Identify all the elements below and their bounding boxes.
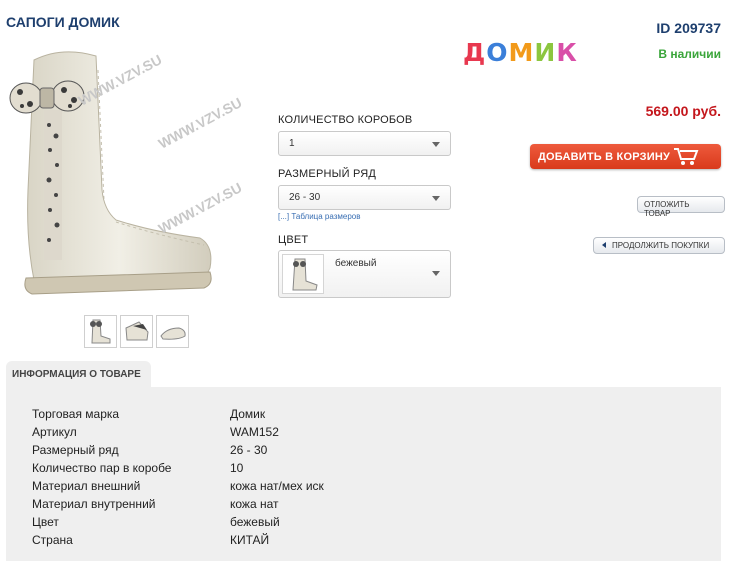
brand-letter: М — [508, 38, 535, 67]
chevron-down-icon — [432, 271, 440, 276]
size-select[interactable]: 26 - 30 — [278, 185, 451, 210]
arrow-left-icon — [602, 242, 606, 248]
product-id: ID 209737 — [656, 20, 721, 36]
size-value: 26 - 30 — [289, 192, 321, 203]
info-label: Цвет — [32, 515, 59, 529]
thumbnail-front[interactable] — [84, 315, 117, 348]
brand-letter: И — [534, 38, 557, 67]
thumbnail-side[interactable] — [120, 315, 153, 348]
color-thumbnail — [282, 254, 324, 294]
info-label: Страна — [32, 533, 73, 547]
info-value: КИТАЙ — [230, 533, 270, 547]
add-to-cart-label: ДОБАВИТЬ В КОРЗИНУ — [538, 151, 671, 163]
brand-letter: Д — [463, 38, 487, 67]
stock-status: В наличии — [658, 47, 721, 61]
thumbnail-strip — [84, 315, 189, 348]
product-price: 569.00 руб. — [645, 103, 721, 119]
color-select[interactable]: бежевый — [278, 250, 451, 298]
cart-icon — [674, 148, 699, 165]
info-label: Материал внутренний — [32, 497, 156, 511]
info-label: Количество пар в коробе — [32, 461, 172, 475]
info-label: Размерный ряд — [32, 443, 119, 457]
boxes-value: 1 — [289, 138, 295, 149]
info-value: бежевый — [230, 515, 280, 529]
size-label: РАЗМЕРНЫЙ РЯД — [278, 168, 377, 180]
thumbnail-sole[interactable] — [156, 315, 189, 348]
continue-shopping-button[interactable]: ПРОДОЛЖИТЬ ПОКУПКИ — [593, 237, 725, 254]
product-title: САПОГИ ДОМИК — [6, 14, 120, 30]
product-main-image[interactable]: WWW.VZV.SU WWW.VZV.SU WWW.VZV.SU — [4, 40, 244, 305]
size-table-link[interactable]: [...] Таблица размеров — [278, 212, 361, 221]
info-value: 26 - 30 — [230, 443, 268, 457]
tab-product-info[interactable]: ИНФОРМАЦИЯ О ТОВАРЕ — [6, 361, 151, 389]
info-value: кожа нат/мех иск — [230, 479, 324, 493]
chevron-down-icon — [432, 142, 440, 147]
chevron-down-icon — [432, 196, 440, 201]
boxes-select[interactable]: 1 — [278, 131, 451, 156]
brand-letter: К — [556, 38, 578, 67]
info-label: Материал внешний — [32, 479, 141, 493]
color-value: бежевый — [335, 258, 377, 269]
postpone-label: ОТЛОЖИТЬ ТОВАР — [644, 200, 690, 218]
info-value: Домик — [230, 407, 266, 421]
continue-shopping-label: ПРОДОЛЖИТЬ ПОКУПКИ — [612, 241, 710, 250]
info-value: 10 — [230, 461, 244, 475]
boxes-label: КОЛИЧЕСТВО КОРОБОВ — [278, 114, 413, 126]
product-info-panel: Торговая марка Домик Артикул WAM152 Разм… — [6, 387, 721, 561]
brand-logo[interactable]: ДОМИК — [463, 38, 578, 67]
color-label: ЦВЕТ — [278, 234, 309, 246]
add-to-cart-button[interactable]: ДОБАВИТЬ В КОРЗИНУ — [530, 144, 721, 169]
info-label: Артикул — [32, 425, 77, 439]
postpone-button[interactable]: ОТЛОЖИТЬ ТОВАР — [637, 196, 725, 218]
info-label: Торговая марка — [32, 407, 120, 421]
brand-letter: О — [486, 38, 509, 67]
info-value: кожа нат — [230, 497, 279, 511]
info-value: WAM152 — [230, 425, 279, 439]
